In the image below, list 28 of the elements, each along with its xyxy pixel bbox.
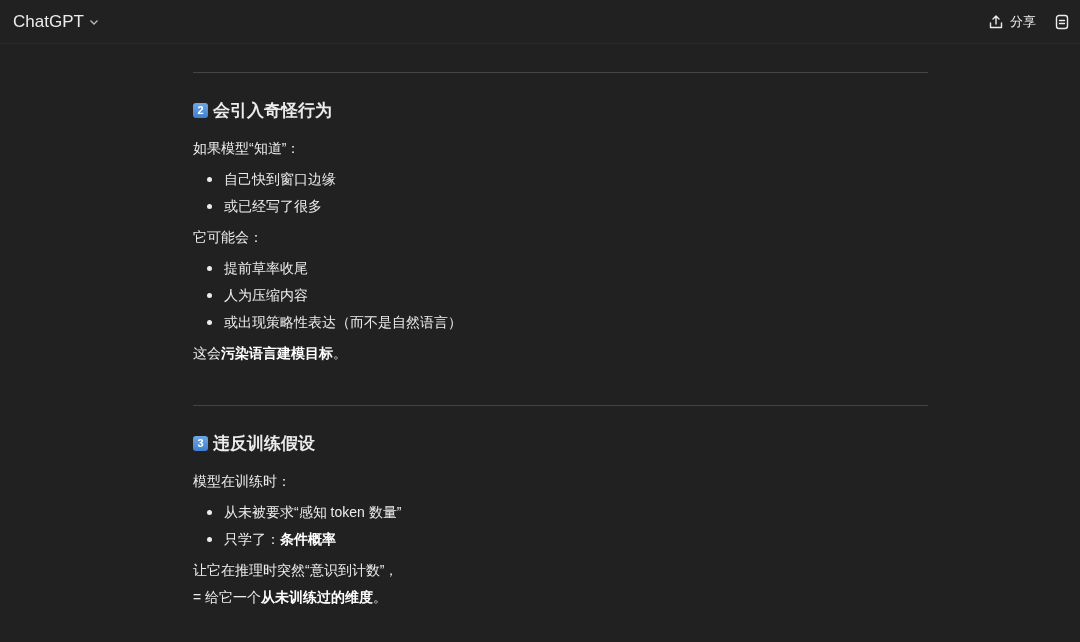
paragraph: = 给它一个从未训练过的维度。 — [193, 588, 389, 607]
list-item: 提前草率收尾 — [224, 259, 308, 278]
bullet-icon — [207, 204, 212, 209]
list-item: 从未被要求“感知 token 数量” — [224, 503, 402, 522]
paragraph: 它可能会： — [193, 228, 264, 247]
section-heading: 违反训练假设 — [213, 432, 315, 455]
list-item: 自己快到窗口边缘 — [224, 170, 336, 189]
number-keycap: 3 — [193, 435, 208, 451]
note-button[interactable] — [1054, 13, 1070, 30]
bullet-icon — [207, 266, 212, 271]
bullet-icon — [207, 510, 212, 515]
bullet-icon — [207, 537, 212, 542]
section-heading: 会引入奇怪行为 — [213, 99, 332, 122]
model-selector[interactable]: ChatGPT — [13, 11, 100, 32]
list-item: 或出现策略性表达（而不是自然语言） — [224, 313, 462, 332]
paragraph: 如果模型“知道”： — [193, 139, 302, 158]
bullet-icon — [207, 177, 212, 182]
paragraph: 让它在推理时突然“意识到计数”， — [193, 561, 400, 580]
list-item: 人为压缩内容 — [224, 286, 308, 305]
share-button[interactable]: 分享 — [988, 12, 1036, 31]
bullet-icon — [207, 320, 212, 325]
bullet-icon — [207, 293, 212, 298]
number-keycap: 2 — [193, 102, 208, 118]
upload-icon — [988, 13, 1004, 30]
list-item: 或已经写了很多 — [224, 197, 322, 216]
paragraph: 模型在训练时： — [193, 472, 292, 491]
paragraph: 这会污染语言建模目标。 — [193, 344, 348, 363]
list-item: 只学了：条件概率 — [224, 530, 336, 549]
